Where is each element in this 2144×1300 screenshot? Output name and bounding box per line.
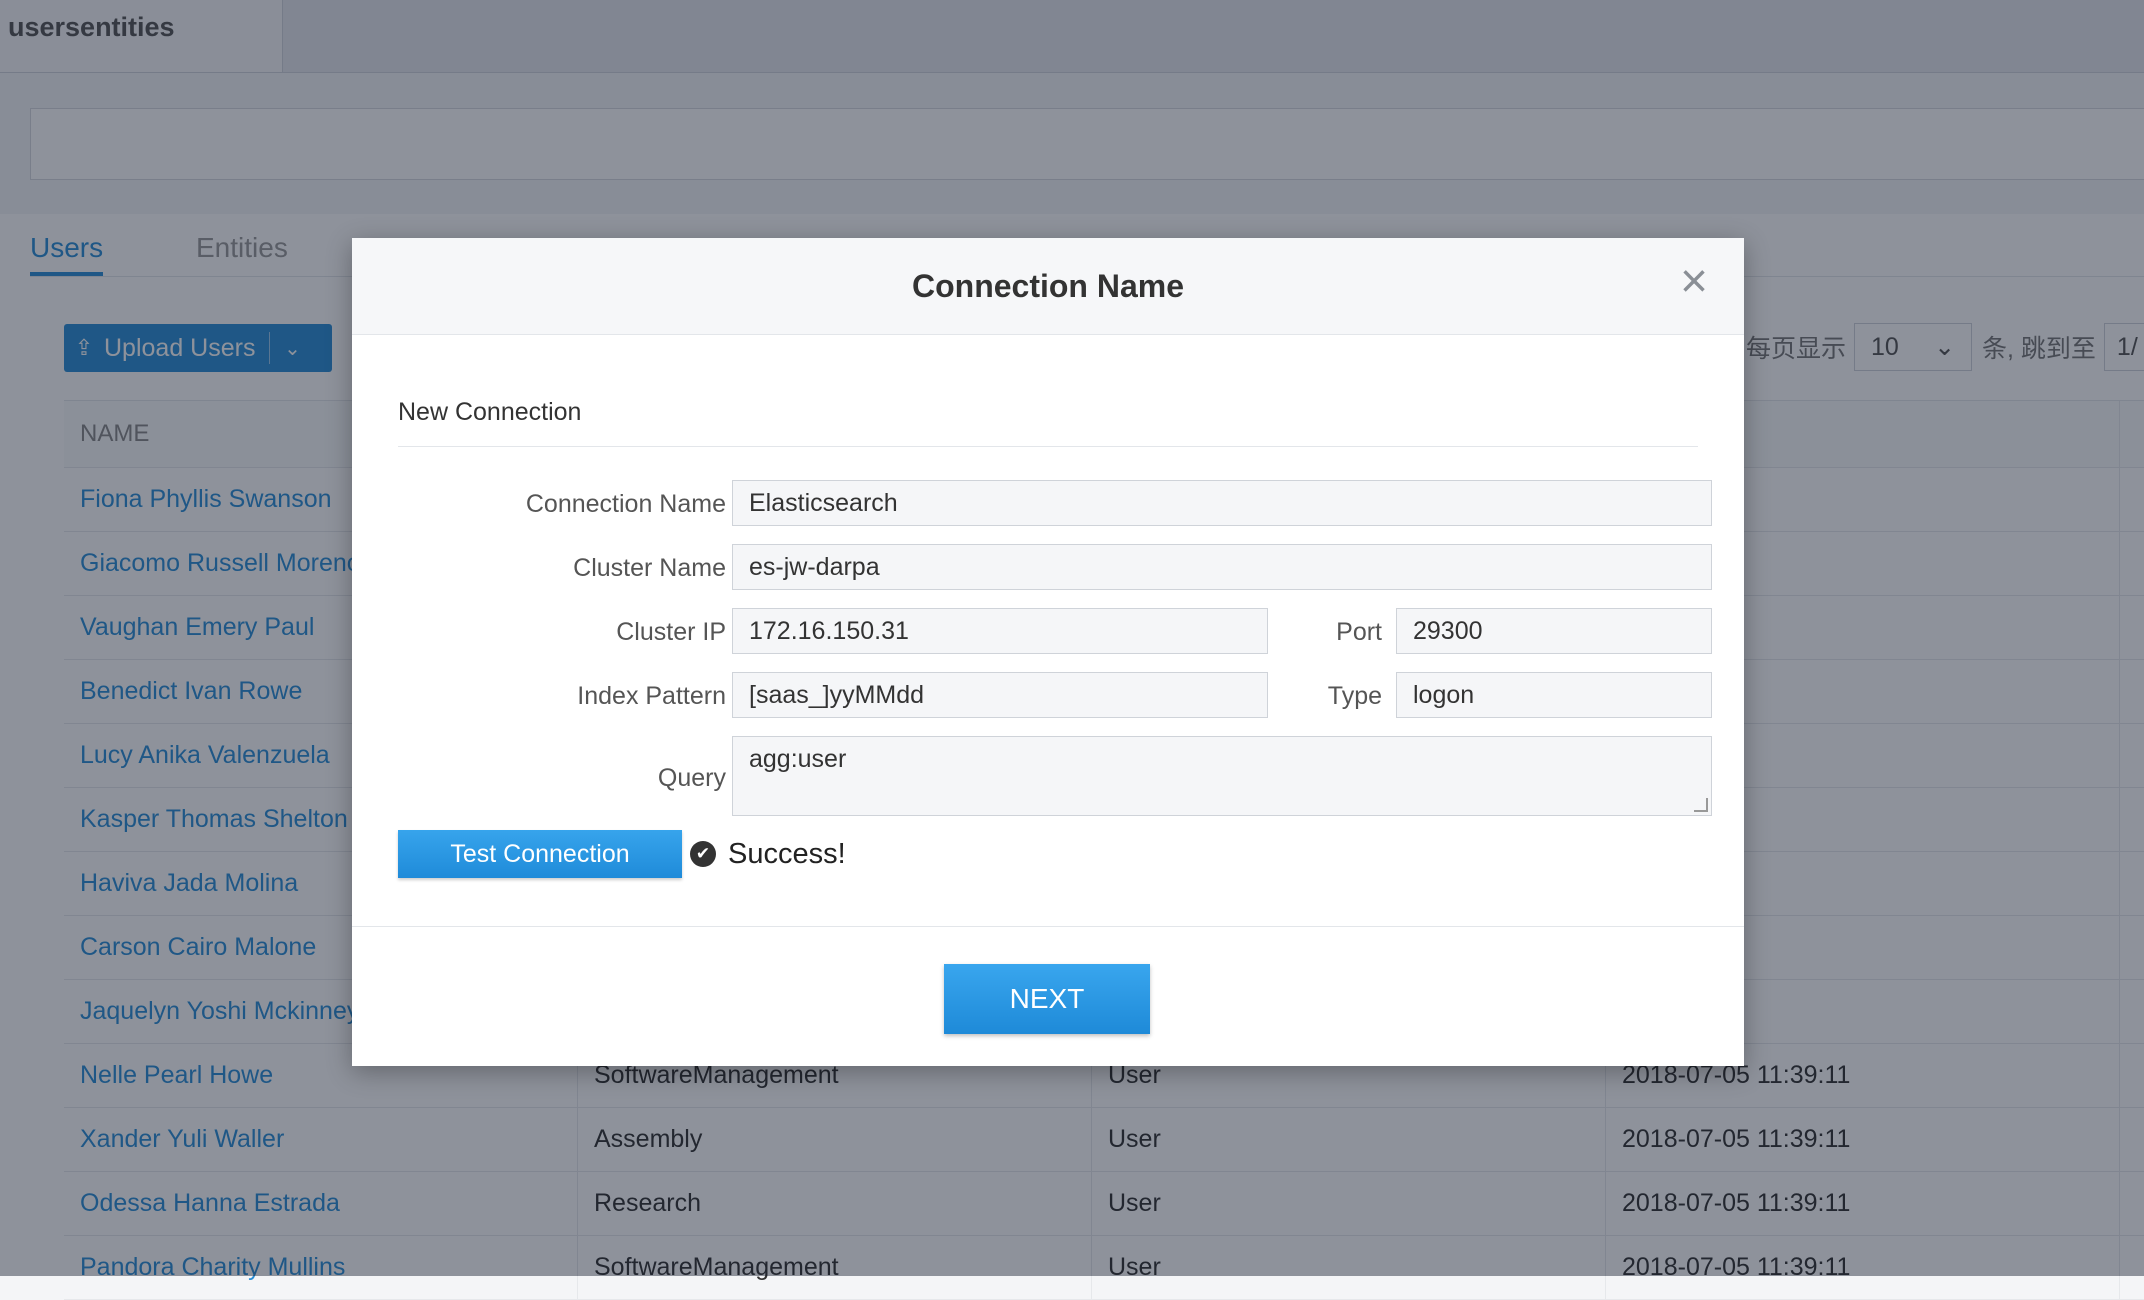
index-pattern-label: Index Pattern (577, 682, 726, 710)
query-textarea[interactable]: agg:user (732, 736, 1712, 816)
dialog-header: Connection Name × (352, 238, 1744, 335)
type-input[interactable]: logon (1396, 672, 1712, 718)
cluster-name-label: Cluster Name (573, 554, 726, 582)
type-label: Type (1327, 682, 1382, 710)
dialog-title: Connection Name (911, 268, 1185, 304)
connection-status: ✔ Success! (690, 830, 846, 878)
test-connection-button[interactable]: Test Connection (398, 830, 682, 878)
close-icon[interactable]: × (1672, 258, 1716, 306)
connection-name-label: Connection Name (525, 490, 726, 518)
check-circle-icon: ✔ (690, 841, 716, 867)
port-label: Port (1336, 618, 1382, 646)
cluster-ip-input[interactable]: 172.16.150.31 (732, 608, 1268, 654)
status-text: Success! (728, 837, 846, 870)
section-title: New Connection (398, 398, 582, 426)
cluster-name-input[interactable]: es-jw-darpa (732, 544, 1712, 590)
index-pattern-input[interactable]: [saas_]yyMMdd (732, 672, 1268, 718)
connection-name-input[interactable]: Elasticsearch (732, 480, 1712, 526)
section-divider (398, 446, 1698, 447)
resize-handle-icon[interactable] (1694, 798, 1708, 812)
footer-divider (352, 926, 1744, 927)
next-button[interactable]: NEXT (944, 964, 1150, 1034)
query-value: agg:user (749, 745, 847, 773)
connection-dialog: Connection Name × New Connection Connect… (352, 238, 1744, 1066)
query-label: Query (657, 764, 726, 792)
cluster-ip-label: Cluster IP (616, 618, 726, 646)
port-input[interactable]: 29300 (1396, 608, 1712, 654)
